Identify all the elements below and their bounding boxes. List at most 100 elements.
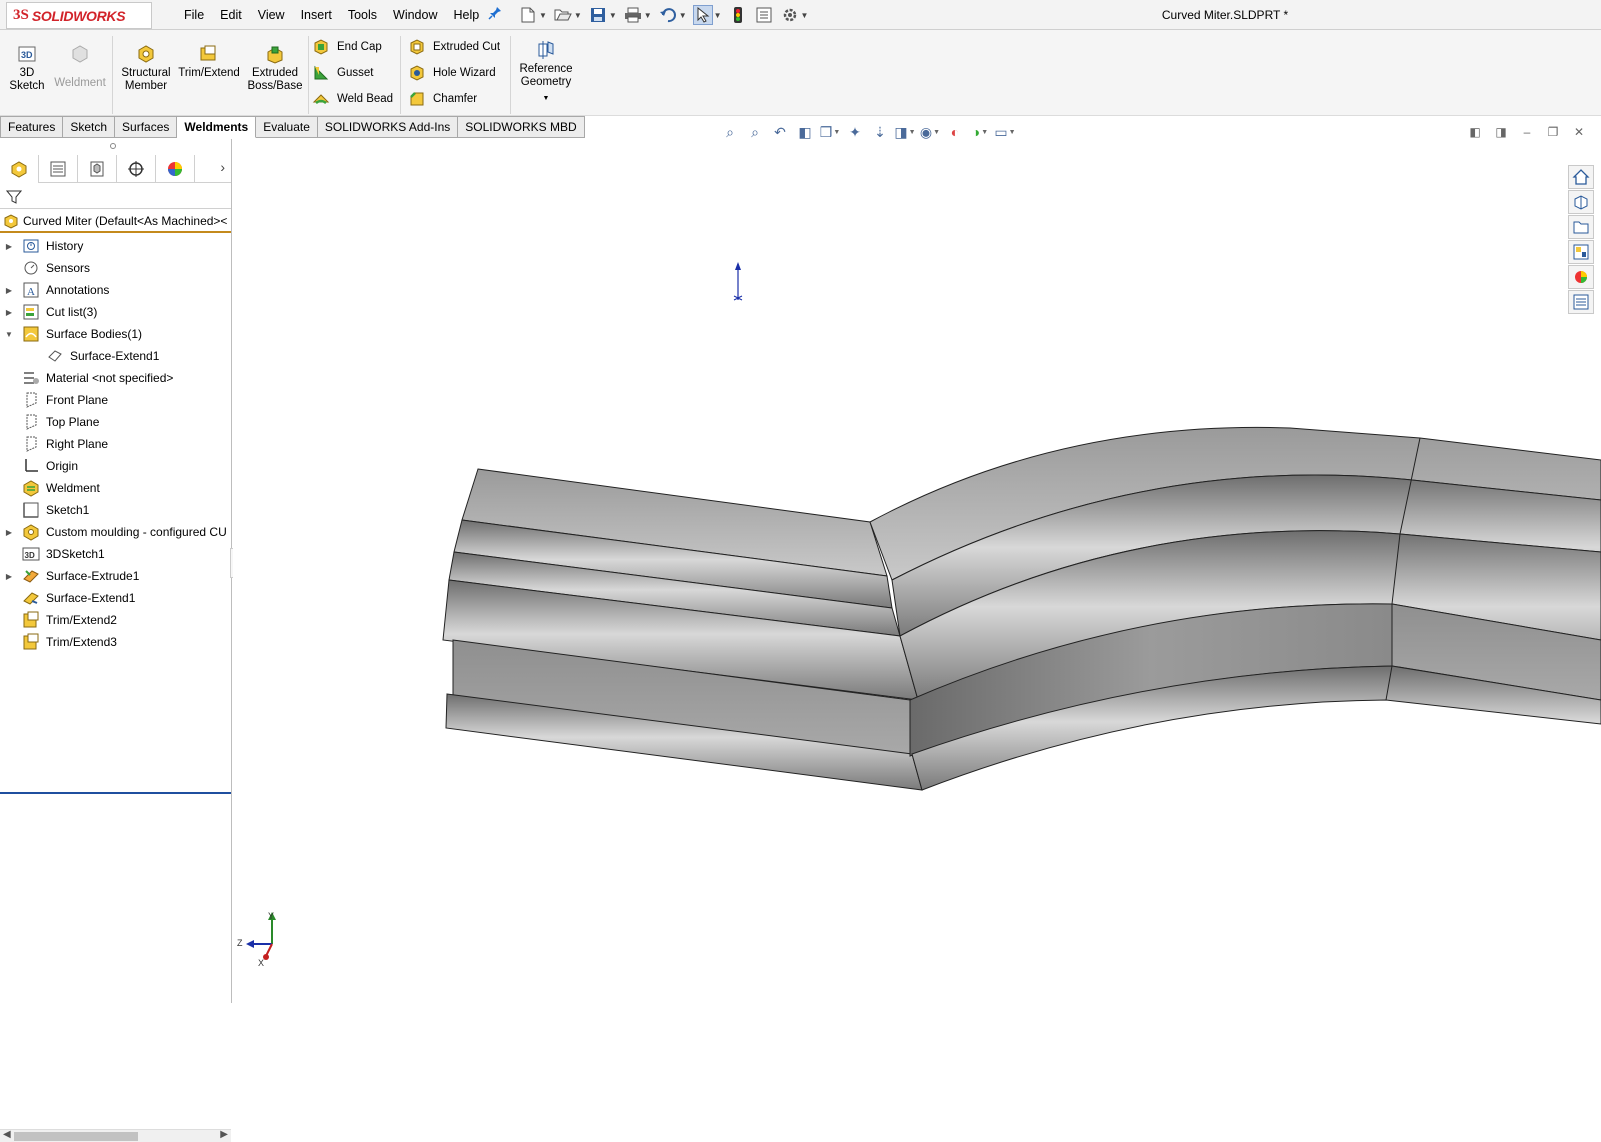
options-button[interactable]: ▼	[780, 4, 809, 26]
tree-item-surface-bodies-1[interactable]: ▼ Surface Bodies(1)	[0, 323, 231, 345]
task-pane-resources[interactable]	[1568, 190, 1594, 214]
view-orientation-button[interactable]: ✦	[845, 122, 865, 142]
tab-weldments[interactable]: Weldments	[177, 116, 257, 138]
tree-item-surface-extend1[interactable]: Surface-Extend1	[0, 345, 231, 367]
chevron-down-icon[interactable]: ▼	[679, 11, 687, 20]
tab-property-manager[interactable]	[39, 155, 78, 183]
tree-root-part[interactable]: Curved Miter (Default<As Machined><	[0, 211, 231, 233]
menu-window[interactable]: Window	[385, 8, 445, 22]
chevron-down-icon[interactable]: ▼	[515, 92, 577, 105]
restore-button[interactable]: ❐	[1540, 122, 1566, 142]
chevron-down-icon[interactable]: ▼	[933, 129, 940, 136]
expand-icon[interactable]: ▶	[4, 286, 14, 295]
solidworks-logo[interactable]: 3S SOLIDWORKS	[6, 2, 152, 29]
chevron-down-icon[interactable]: ▼	[981, 129, 988, 136]
close-button[interactable]: ✕	[1566, 122, 1592, 142]
undo-button[interactable]: ▼	[658, 4, 687, 26]
sketch3d-button[interactable]: 3D 3D Sketch	[6, 44, 48, 93]
previous-view-button[interactable]: ↶	[770, 122, 790, 142]
menu-file[interactable]: File	[176, 8, 212, 22]
reference-geometry-button[interactable]: Reference Geometry ▼	[515, 40, 577, 105]
new-button[interactable]: ▼	[518, 4, 547, 26]
extruded-cut-button[interactable]: Extruded Cut	[408, 36, 500, 58]
chevron-down-icon[interactable]: ▼	[609, 11, 617, 20]
panel-grip[interactable]	[110, 143, 116, 149]
edit-appearance-button[interactable]: ◉ ▼	[920, 122, 940, 142]
tree-item-material-not-specified[interactable]: Material <not specified>	[0, 367, 231, 389]
display-pane-button[interactable]: ▭ ▼	[994, 122, 1015, 142]
tab-configuration-manager[interactable]	[78, 155, 117, 183]
tree-item-surface-extrude1[interactable]: ▶ Surface-Extrude1	[0, 565, 231, 587]
tree-item-front-plane[interactable]: Front Plane	[0, 389, 231, 411]
scroll-thumb[interactable]	[14, 1132, 138, 1141]
tab-dimxpert-manager[interactable]	[117, 155, 156, 183]
tile-right-button[interactable]: ◨	[1488, 122, 1514, 142]
horizontal-scrollbar[interactable]: ◀ ▶	[0, 1129, 231, 1142]
tree-item-history[interactable]: ▶ History	[0, 235, 231, 257]
chevron-down-icon[interactable]: ▼	[539, 11, 547, 20]
save-button[interactable]: ▼	[588, 4, 617, 26]
tree-item-surface-extend1[interactable]: Surface-Extend1	[0, 587, 231, 609]
collapse-icon[interactable]: ▼	[4, 330, 14, 339]
tree-item-trim-extend2[interactable]: Trim/Extend2	[0, 609, 231, 631]
section-view-button[interactable]: ◧	[795, 122, 815, 142]
chevron-down-icon[interactable]: ▼	[714, 11, 722, 20]
curved-miter-model[interactable]: Y Z X	[233, 139, 1601, 1003]
rebuild-button[interactable]	[728, 4, 748, 26]
menu-view[interactable]: View	[250, 8, 293, 22]
chevron-down-icon[interactable]: ▼	[644, 11, 652, 20]
tab-surfaces[interactable]: Surfaces	[115, 116, 178, 138]
open-button[interactable]: ▼	[553, 4, 582, 26]
display-style-button[interactable]: ⇣	[870, 122, 890, 142]
chevron-right-icon[interactable]: ›	[220, 159, 225, 175]
tab-feature-manager[interactable]	[0, 155, 39, 183]
trim-extend-button[interactable]: Trim/Extend	[177, 44, 241, 80]
menu-tools[interactable]: Tools	[340, 8, 385, 22]
zoom-to-fit-button[interactable]: ⌕	[720, 122, 740, 142]
expand-icon[interactable]: ▶	[4, 572, 14, 581]
apply-scene-button[interactable]: ◐	[945, 122, 965, 142]
chamfer-button[interactable]: Chamfer	[408, 88, 477, 110]
tree-item-custom-moulding-configured-cu[interactable]: ▶ Custom moulding - configured CU	[0, 521, 231, 543]
end-cap-button[interactable]: End Cap	[312, 36, 382, 58]
gusset-button[interactable]: Gusset	[312, 62, 373, 84]
task-pane-appearances[interactable]	[1568, 265, 1594, 289]
tab-features[interactable]: Features	[0, 116, 64, 138]
file-properties-button[interactable]	[754, 4, 774, 26]
graphics-area[interactable]: Y Z X	[233, 139, 1601, 1003]
tab-sketch[interactable]: Sketch	[63, 116, 116, 138]
weld-bead-button[interactable]: Weld Bead	[312, 88, 393, 110]
tree-item-weldment[interactable]: Weldment	[0, 477, 231, 499]
tab-solidworks-mbd[interactable]: SOLIDWORKS MBD	[458, 116, 585, 138]
expand-icon[interactable]: ▶	[4, 528, 14, 537]
tree-item-sensors[interactable]: Sensors	[0, 257, 231, 279]
tree-item-origin[interactable]: Origin	[0, 455, 231, 477]
tile-left-button[interactable]: ◧	[1462, 122, 1488, 142]
task-pane-view-palette[interactable]	[1568, 240, 1594, 264]
expand-icon[interactable]: ▶	[4, 242, 14, 251]
expand-icon[interactable]: ▶	[4, 308, 14, 317]
minimize-button[interactable]: –	[1514, 122, 1540, 142]
scroll-right-icon[interactable]: ▶	[220, 1129, 228, 1140]
pin-icon[interactable]	[488, 6, 504, 22]
task-pane-home[interactable]	[1568, 165, 1594, 189]
zoom-to-area-button[interactable]: ⌕	[745, 122, 765, 142]
tab-display-manager[interactable]	[156, 155, 195, 183]
tree-item-3dsketch1[interactable]: 3D 3DSketch1	[0, 543, 231, 565]
extruded-boss-button[interactable]: Extruded Boss/Base	[245, 44, 305, 93]
weldment-button[interactable]: Weldment	[52, 44, 108, 90]
tab-evaluate[interactable]: Evaluate	[256, 116, 318, 138]
tree-item-right-plane[interactable]: Right Plane	[0, 433, 231, 455]
tree-item-sketch1[interactable]: Sketch1	[0, 499, 231, 521]
tree-item-trim-extend3[interactable]: Trim/Extend3	[0, 631, 231, 653]
chevron-down-icon[interactable]: ▼	[909, 129, 916, 136]
menu-edit[interactable]: Edit	[212, 8, 250, 22]
tree-item-annotations[interactable]: ▶ A Annotations	[0, 279, 231, 301]
structural-member-button[interactable]: Structural Member	[117, 44, 175, 93]
tree-item-top-plane[interactable]: Top Plane	[0, 411, 231, 433]
chevron-down-icon[interactable]: ▼	[574, 11, 582, 20]
chevron-down-icon[interactable]: ▼	[801, 11, 809, 20]
tree-item-cut-list-3[interactable]: ▶ Cut list(3)	[0, 301, 231, 323]
select-button[interactable]: ▼	[692, 4, 722, 26]
hole-wizard-button[interactable]: Hole Wizard	[408, 62, 496, 84]
